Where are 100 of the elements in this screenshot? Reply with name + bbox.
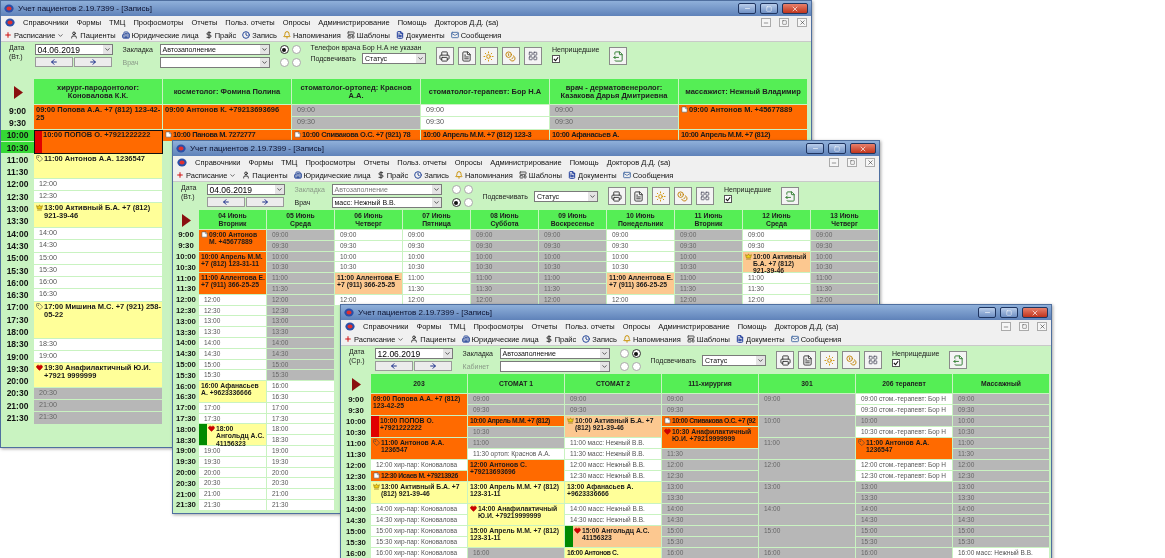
date-field[interactable]: 04.06.2019 xyxy=(34,44,113,55)
time-label: 20:30 xyxy=(5,387,30,401)
print-button[interactable] xyxy=(776,351,794,369)
export-button[interactable] xyxy=(781,187,800,205)
radio-button[interactable] xyxy=(463,185,473,194)
close-button[interactable] xyxy=(850,143,876,154)
window-title: Учет пациентов 2.19.7399 - [Запись] xyxy=(190,144,325,153)
dropdown-field[interactable] xyxy=(159,57,270,68)
sun-button[interactable] xyxy=(479,47,498,65)
next-day-button[interactable] xyxy=(73,57,112,67)
restore-icon xyxy=(1021,324,1027,329)
minimize-button[interactable] xyxy=(738,3,756,14)
maximize-button[interactable] xyxy=(1000,307,1018,318)
radio-button[interactable] xyxy=(291,45,301,54)
restore-button[interactable] xyxy=(847,158,857,167)
plus-icon xyxy=(344,335,352,343)
arrow-right-icon xyxy=(428,362,437,370)
grid-button[interactable] xyxy=(695,187,714,205)
caret-icon xyxy=(397,335,405,343)
coins-button[interactable] xyxy=(501,47,520,65)
radio-button[interactable] xyxy=(291,58,301,67)
sun-button[interactable] xyxy=(820,351,838,369)
next-day-button[interactable] xyxy=(245,197,284,207)
radio-button[interactable] xyxy=(279,58,289,67)
triangle-icon[interactable] xyxy=(351,377,361,391)
caret-icon xyxy=(443,350,451,357)
minimize-button[interactable] xyxy=(978,307,996,318)
radio-button[interactable] xyxy=(619,349,629,358)
radio-button[interactable] xyxy=(631,349,641,358)
radio-button[interactable] xyxy=(463,198,473,207)
close-button[interactable] xyxy=(797,18,807,27)
coins-icon xyxy=(505,50,517,62)
dollar-icon xyxy=(544,335,553,343)
previous-day-button[interactable] xyxy=(374,361,413,371)
minimize-icon xyxy=(743,5,751,12)
close-icon xyxy=(798,19,806,26)
maximize-button[interactable] xyxy=(828,143,846,154)
minimize-button[interactable] xyxy=(806,143,824,154)
document-button[interactable] xyxy=(798,351,816,369)
radio-button[interactable] xyxy=(451,185,461,194)
maximize-button[interactable] xyxy=(760,3,778,14)
caret-icon xyxy=(416,55,424,62)
sun-icon xyxy=(823,354,835,366)
export-button[interactable] xyxy=(949,351,968,369)
time-label: 16:30 xyxy=(5,289,30,302)
radio-button[interactable] xyxy=(279,45,289,54)
time-label: 9:00 xyxy=(8,105,27,118)
caret-icon xyxy=(103,46,111,53)
coins-button[interactable] xyxy=(673,187,692,205)
time-label: 14:30 xyxy=(5,240,30,253)
previous-day-button[interactable] xyxy=(34,57,73,67)
mail-icon xyxy=(622,171,631,179)
maximize-icon xyxy=(766,5,772,12)
close-button[interactable] xyxy=(865,158,875,167)
caret-icon xyxy=(57,31,65,39)
coins-button[interactable] xyxy=(842,351,860,369)
restore-button[interactable] xyxy=(1019,322,1029,331)
arrow-left-icon xyxy=(49,58,58,66)
document-button[interactable] xyxy=(457,47,476,65)
time-label: 19:00 xyxy=(5,350,30,364)
next-day-button[interactable] xyxy=(413,361,452,371)
grid-icon xyxy=(699,191,710,201)
previous-day-button[interactable] xyxy=(206,197,245,207)
grid-button[interactable] xyxy=(864,351,882,369)
time-label: 21:00 xyxy=(5,400,30,413)
print-button[interactable] xyxy=(435,47,454,65)
print-button[interactable] xyxy=(607,187,626,205)
radio-button[interactable] xyxy=(451,198,461,207)
restore-button[interactable] xyxy=(779,18,789,27)
grid-button[interactable] xyxy=(523,47,542,65)
triangle-icon[interactable] xyxy=(181,213,191,227)
arrow-left-icon xyxy=(221,198,230,206)
radio-button[interactable] xyxy=(631,362,641,371)
coins-icon xyxy=(845,354,857,366)
close-icon xyxy=(791,4,799,13)
time-label: 9:30 xyxy=(8,117,27,130)
document-icon xyxy=(736,335,744,343)
radio-button[interactable] xyxy=(619,362,629,371)
clock-icon xyxy=(582,335,591,343)
time-label: 15:00 xyxy=(5,252,30,265)
dropdown-field[interactable] xyxy=(499,361,610,372)
date-field[interactable]: 12.06.2019 xyxy=(374,348,453,359)
document-button[interactable] xyxy=(629,187,648,205)
time-label: 12:30 xyxy=(5,191,30,204)
time-label: 13:00 xyxy=(5,203,30,216)
triangle-icon[interactable] xyxy=(12,85,23,99)
checkbox[interactable] xyxy=(892,359,900,367)
close-icon xyxy=(1031,308,1039,317)
date-field[interactable]: 04.06.2019 xyxy=(206,184,285,195)
export-button[interactable] xyxy=(609,47,628,65)
checkbox[interactable] xyxy=(723,195,732,203)
close-button[interactable] xyxy=(1037,322,1047,331)
close-button[interactable] xyxy=(1022,307,1048,318)
minimize-icon xyxy=(831,159,837,166)
printer-icon xyxy=(779,354,791,366)
time-label: 12:00 xyxy=(5,178,30,192)
close-button[interactable] xyxy=(782,3,808,14)
sun-button[interactable] xyxy=(651,187,670,205)
checkbox[interactable] xyxy=(551,55,560,63)
sun-icon xyxy=(655,190,667,202)
